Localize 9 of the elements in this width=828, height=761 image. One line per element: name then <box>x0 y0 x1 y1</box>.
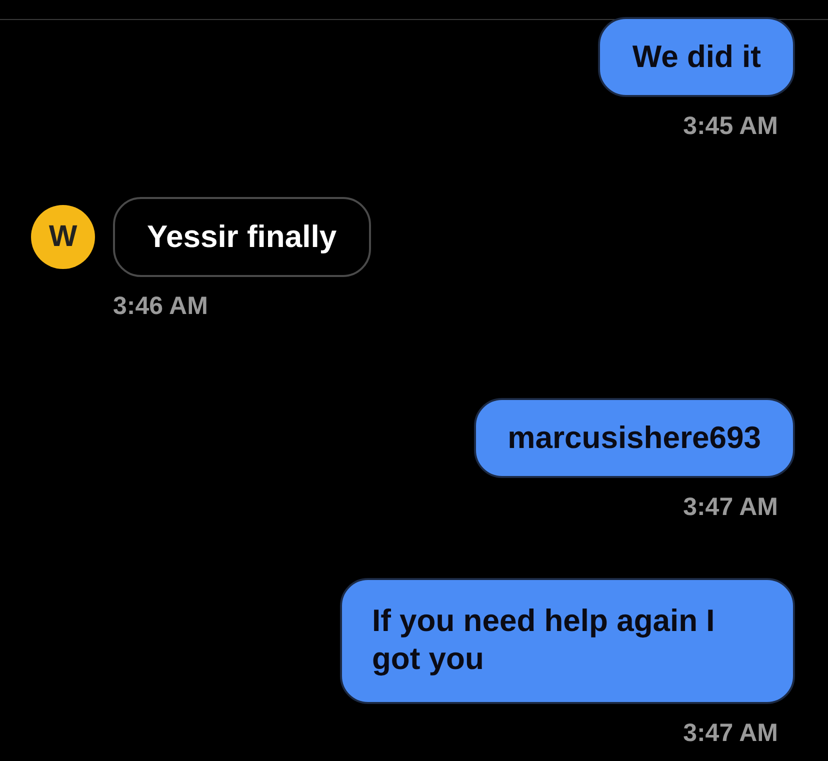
message-bubble: Yessir finally <box>113 197 371 277</box>
message-bubble: We did it <box>598 17 795 97</box>
avatar[interactable]: W <box>31 205 95 269</box>
message-bubble: If you need help again I got you <box>340 578 795 704</box>
message-time: 3:45 AM <box>683 112 778 141</box>
message-time: 3:46 AM <box>113 292 208 321</box>
message-time: 3:47 AM <box>683 493 778 522</box>
message-time: 3:47 AM <box>683 719 778 748</box>
message-bubble: marcusishere693 <box>474 398 795 478</box>
